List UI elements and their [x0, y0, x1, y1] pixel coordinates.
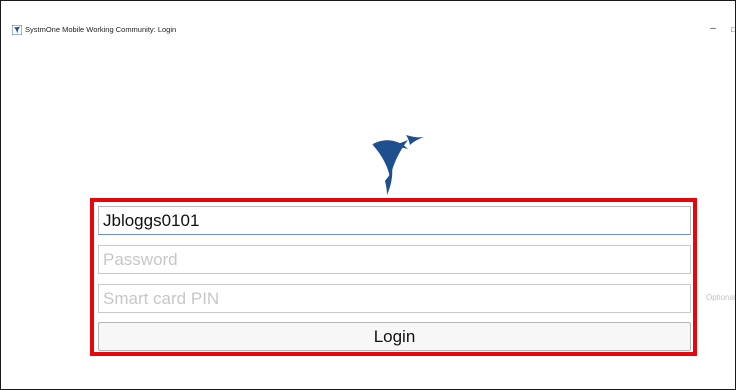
username-input[interactable]	[98, 206, 691, 235]
password-input[interactable]	[98, 245, 691, 274]
login-window: SystmOne Mobile Working Community: Login…	[0, 0, 736, 390]
window-title: SystmOne Mobile Working Community: Login	[25, 25, 177, 34]
title-bar: SystmOne Mobile Working Community: Login…	[1, 1, 735, 35]
minimize-button[interactable]: –	[708, 23, 718, 35]
smart-card-pin-input[interactable]	[98, 284, 691, 313]
systmone-bird-logo	[368, 131, 426, 195]
maximize-button[interactable]: □	[731, 25, 735, 35]
systmone-app-icon	[12, 25, 22, 35]
smart-card-pin-optional-hint: Optional	[706, 293, 736, 302]
login-button[interactable]: Login	[98, 322, 691, 351]
